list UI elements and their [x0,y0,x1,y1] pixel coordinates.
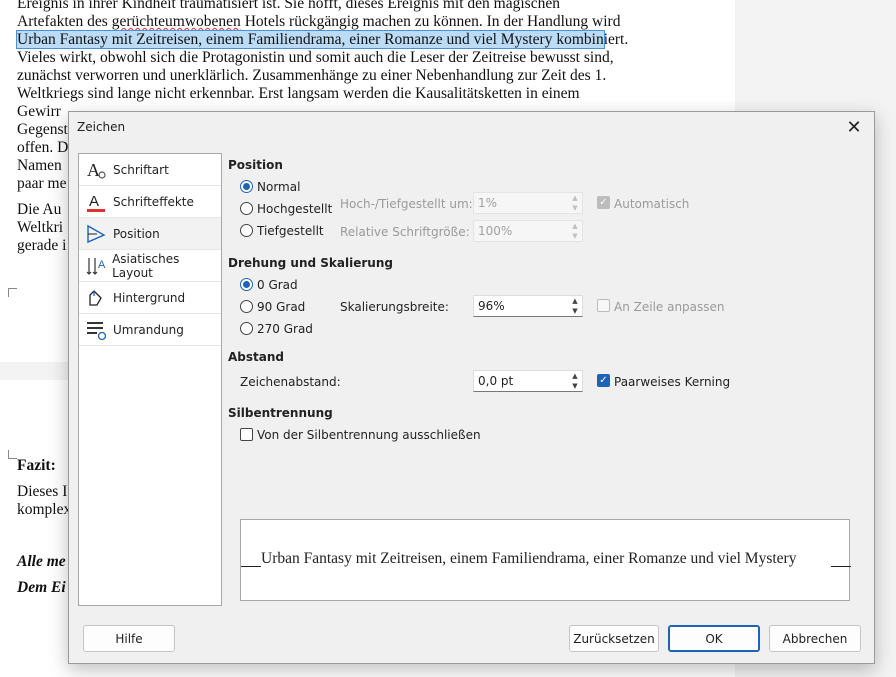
radio-normal[interactable] [240,180,253,193]
doc-heading-fazit: Fazit: [17,457,56,474]
relative-size-label: Relative Schriftgröße: [340,225,470,239]
char-spacing-label: Zeichenabstand: [240,375,341,389]
char-spacing-spinner[interactable]: 0,0 pt ▲ ▼ [473,370,583,392]
sidebar-item-label: Umrandung [113,322,184,337]
doc-line: Gewirr [17,103,61,120]
reset-button[interactable]: Zurücksetzen [569,625,659,652]
borders-icon [79,319,113,341]
doc-line: Vieles wirkt, obwohl sich die Protagonis… [17,49,614,66]
font-effects-icon: A [79,191,113,213]
doc-line: offen. D [17,139,69,156]
doc-line: komplex [17,501,72,518]
doc-line: Alle me [17,553,66,570]
dialog-title: Zeichen [77,120,126,134]
relative-size-value: 100% [478,224,513,238]
position-icon [79,223,113,245]
dialog-titlebar[interactable]: Zeichen ✕ [69,112,874,142]
radio-90-degrees[interactable] [240,300,253,313]
cancel-button[interactable]: Abbrechen [769,625,861,652]
fit-to-line-label: An Zeile anpassen [614,300,725,314]
section-rotation-heading: Drehung und Skalierung [228,256,393,270]
raise-lower-label: Hoch-/Tiefgestellt um: [340,197,473,211]
spin-arrows-icon[interactable]: ▲ ▼ [568,296,582,316]
preview-baseline [831,566,851,567]
preview-box: Urban Fantasy mit Zeitreisen, einem Fami… [240,519,851,601]
doc-line: Die Au [17,201,62,218]
doc-line-selected: Urban Fantasy mit Zeitreisen, einem Fami… [16,30,629,49]
raise-lower-spinner[interactable]: 1% ▲ ▼ [473,192,583,214]
doc-line: Ereignis in ihrer Kindheit traumatisiert… [17,0,560,12]
sidebar-item-label: Asiatisches Layout [112,251,180,280]
font-icon: A [79,159,113,181]
automatic-label: Automatisch [614,197,690,211]
sidebar-item-hintergrund[interactable]: Hintergrund [79,282,221,314]
scale-width-value: 96% [478,299,505,313]
svg-text:A: A [87,160,100,180]
spin-arrows-icon[interactable]: ▲ ▼ [568,221,582,241]
section-hyphenation-heading: Silbentrennung [228,406,333,420]
radio-270-degrees[interactable] [240,322,253,335]
text-selection[interactable]: Urban Fantasy mit Zeitreisen, einem Fami… [16,30,605,49]
svg-text:A: A [98,259,106,271]
character-dialog: Zeichen ✕ A Schriftart A Schrifteffekte … [68,111,875,664]
relative-size-spinner[interactable]: 100% ▲ ▼ [473,220,583,242]
section-spacing-heading: Abstand [228,350,284,364]
margin-corner-mark [8,288,17,297]
fit-to-line-checkbox[interactable] [597,299,610,312]
preview-text: Urban Fantasy mit Zeitreisen, einem Fami… [261,550,797,567]
sidebar-item-asiatisches-layout[interactable]: A Asiatisches Layout [79,250,221,282]
ok-button[interactable]: OK [668,625,760,652]
raise-lower-value: 1% [478,196,498,210]
radio-90-degrees-label[interactable]: 90 Grad [257,300,305,314]
preview-baseline [241,566,261,567]
radio-0-degrees[interactable] [240,278,253,291]
exclude-hyphenation-checkbox[interactable] [240,428,253,441]
sidebar-item-schriftart[interactable]: A Schriftart [79,154,221,186]
sidebar-item-umrandung[interactable]: Umrandung [79,314,221,346]
highlight-icon [79,287,113,309]
radio-270-degrees-label[interactable]: 270 Grad [257,322,313,336]
radio-superscript-label[interactable]: Hochgestellt [257,202,332,216]
sidebar-item-label: Position [113,226,160,241]
sidebar-item-schrifteffekte[interactable]: A Schrifteffekte [79,186,221,218]
radio-subscript-label[interactable]: Tiefgestellt [257,224,324,238]
sidebar-item-position[interactable]: Position [79,218,221,250]
position-tab-content: Position Normal Hochgestellt Tiefgestell… [228,153,868,606]
spellcheck-word[interactable]: gerüchteumwobenen [112,13,241,30]
doc-line: paar me [17,175,67,192]
doc-line: Weltkriegs sind lange nicht erkennbar. E… [17,85,580,102]
section-position-heading: Position [228,158,283,172]
doc-line: Dem Ei [17,579,66,596]
spin-arrows-icon[interactable]: ▲ ▼ [568,193,582,213]
sidebar-item-label: Schriftart [113,162,169,177]
doc-line: Weltkri [17,219,64,236]
doc-line: Dieses I [17,483,68,500]
sidebar-item-label: Schrifteffekte [113,194,194,209]
radio-superscript[interactable] [240,202,253,215]
radio-normal-label[interactable]: Normal [257,180,300,194]
pair-kerning-checkbox[interactable]: ✓ [597,374,610,387]
pair-kerning-label[interactable]: Paarweises Kerning [614,375,730,389]
doc-line: gerade i [17,237,67,254]
char-spacing-value: 0,0 pt [478,374,514,388]
sidebar-item-label: Hintergrund [113,290,186,305]
help-button[interactable]: Hilfe [83,625,175,652]
svg-text:A: A [89,193,99,210]
scale-width-label: Skalierungsbreite: [340,300,449,314]
sidebar: A Schriftart A Schrifteffekte Position A… [78,153,222,606]
asian-layout-icon: A [79,255,112,277]
spin-arrows-icon[interactable]: ▲ ▼ [568,371,582,391]
doc-line: Namen [17,157,62,174]
close-icon[interactable]: ✕ [842,115,866,139]
scale-width-spinner[interactable]: 96% ▲ ▼ [473,295,583,317]
radio-0-degrees-label[interactable]: 0 Grad [257,278,298,292]
doc-line: Artefakten des gerüchteumwobenen Hotels … [17,13,621,30]
exclude-hyphenation-label[interactable]: Von der Silbentrennung ausschließen [257,428,481,442]
automatic-checkbox[interactable]: ✓ [597,196,610,209]
margin-corner-mark [8,450,17,459]
doc-line: Gegenst [17,121,68,138]
doc-line: zunächst verworren und unerklärlich. Zus… [17,67,607,84]
radio-subscript[interactable] [240,224,253,237]
